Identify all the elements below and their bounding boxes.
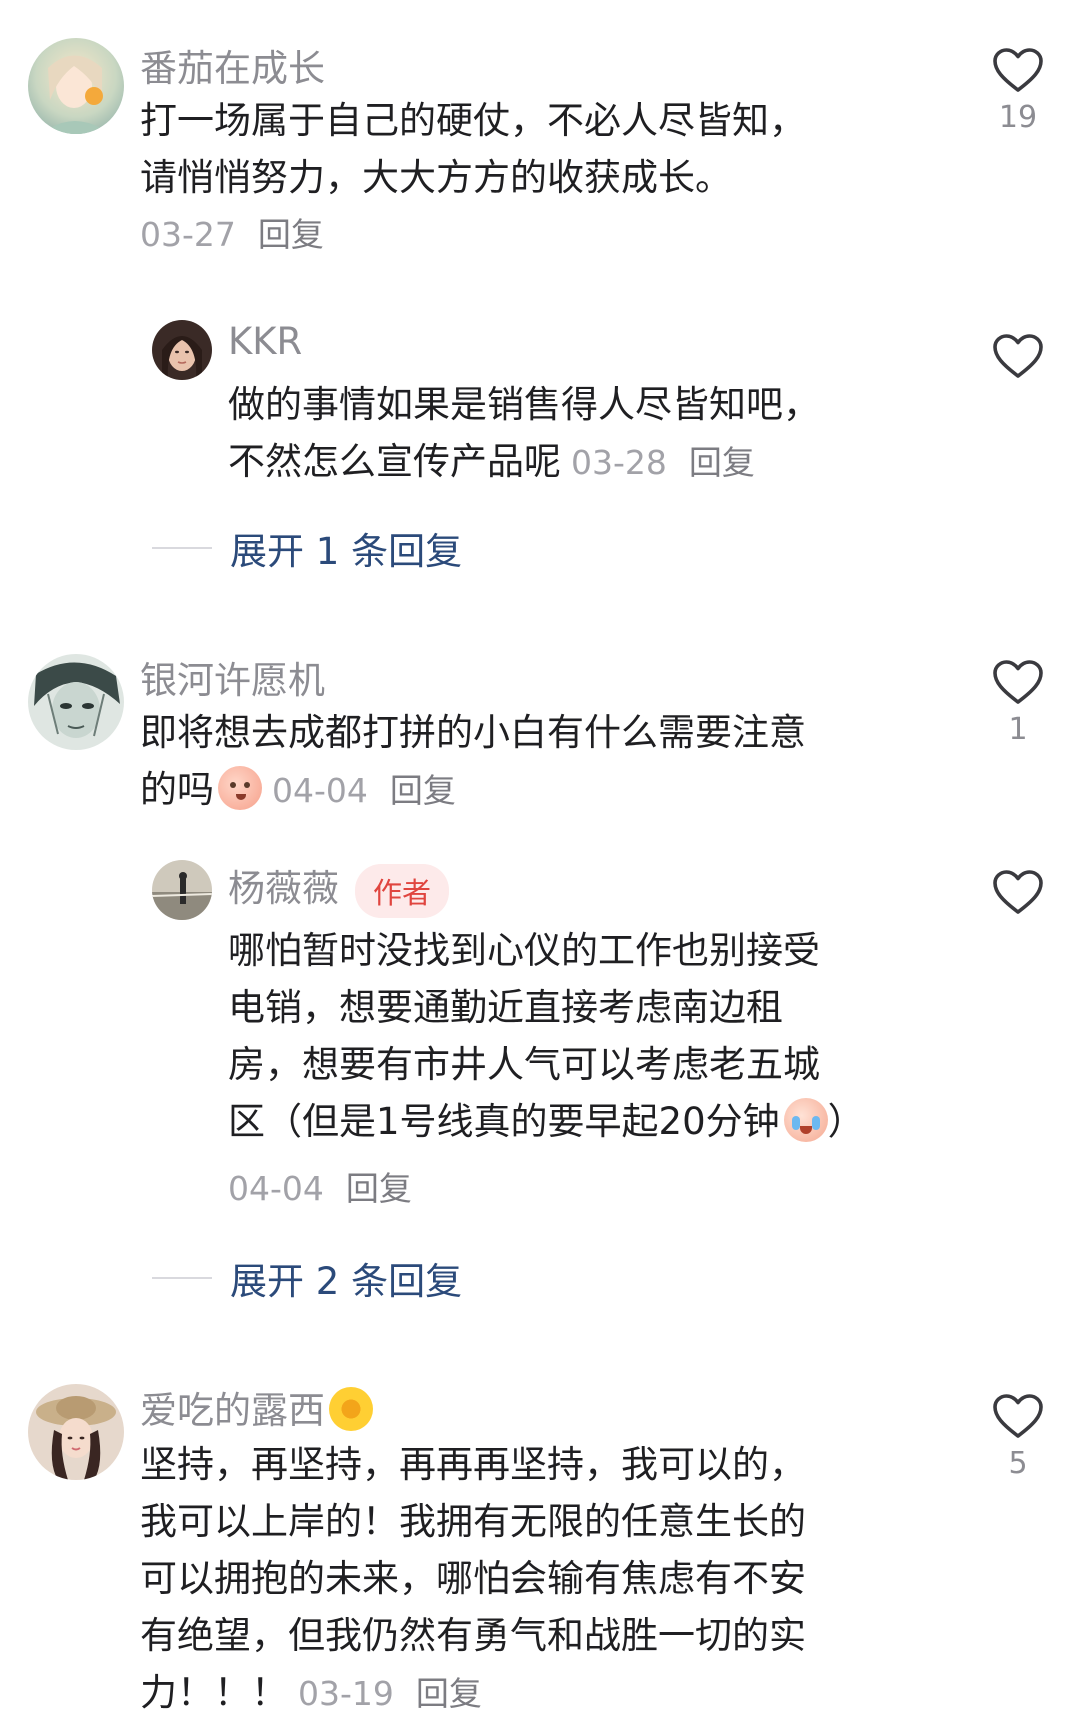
username: 爱吃的露西	[140, 1380, 373, 1434]
reply-button[interactable]: 回复	[689, 443, 755, 482]
comment-text-line: 区（但是1号线真的要早起20分钟	[228, 1100, 780, 1143]
heart-icon	[993, 1394, 1043, 1438]
comment-text-line: 即将想去成都打拼的小白有什么需要注意	[140, 711, 806, 754]
comment-date: 03-27	[140, 215, 236, 254]
username[interactable]: 银河许愿机	[140, 650, 325, 704]
comment-text-line: 不然怎么宣传产品呢	[228, 440, 561, 483]
comment-text-line: ）	[827, 1100, 865, 1143]
divider	[152, 1277, 212, 1279]
comment-text: 即将想去成都打拼的小白有什么需要注意 的吗 04-04 回复	[140, 704, 806, 819]
seaside-scene-avatar-icon	[152, 860, 212, 920]
like-count: 1	[1008, 712, 1028, 747]
girl-hat-avatar-icon	[28, 1384, 124, 1480]
like-button[interactable]: 1	[990, 660, 1046, 747]
comment-text-line: 的吗	[140, 768, 214, 811]
avatar[interactable]	[28, 1384, 124, 1480]
comment-text-line: 我可以上岸的！我拥有无限的任意生长的	[140, 1500, 806, 1543]
comment-text-line: 可以拥抱的未来，哪怕会输有焦虑有不安	[140, 1557, 806, 1600]
comment-meta: 04-04 回复	[228, 1162, 412, 1210]
comment-text: 打一场属于自己的硬仗，不必人尽皆知， 请悄悄努力，大大方方的收获成长。	[140, 92, 806, 206]
reply-button[interactable]: 回复	[416, 1674, 482, 1713]
heart-icon	[993, 660, 1043, 704]
girl-portrait-avatar-icon	[28, 38, 124, 134]
author-badge: 作者	[355, 863, 450, 918]
avatar[interactable]	[152, 860, 212, 920]
comment-date: 03-28	[571, 443, 667, 482]
heart-icon	[993, 870, 1043, 914]
comment-date: 03-19	[298, 1674, 394, 1713]
comment-meta: 03-28 回复	[571, 443, 755, 482]
like-count: 19	[998, 100, 1038, 135]
username[interactable]: 番茄在成长	[140, 38, 325, 92]
comment-meta: 03-27 回复	[140, 208, 324, 256]
comment-text-line: 有绝望，但我仍然有勇气和战胜一切的实	[140, 1614, 806, 1657]
like-button[interactable]	[990, 334, 1046, 380]
expand-replies-label: 展开 1 条回复	[230, 530, 463, 573]
like-button[interactable]	[990, 870, 1046, 916]
like-button[interactable]: 19	[990, 48, 1046, 135]
username[interactable]: KKR	[228, 320, 302, 363]
like-count: 5	[1008, 1446, 1028, 1481]
avatar[interactable]	[28, 38, 124, 134]
comment-text: 做的事情如果是销售得人尽皆知吧， 不然怎么宣传产品呢 03-28 回复	[228, 376, 820, 491]
expand-replies-button[interactable]: 展开 1 条回复	[152, 518, 462, 578]
comment-text-line: 请悄悄努力，大大方方的收获成长。	[140, 156, 732, 199]
comment-meta: 04-04 回复	[272, 771, 456, 810]
comment-text-line: 坚持，再坚持，再再再坚持，我可以的，	[140, 1443, 806, 1486]
comment-meta: 03-19 回复	[298, 1674, 482, 1713]
reply-button[interactable]: 回复	[346, 1169, 412, 1208]
comment-text-line: 做的事情如果是销售得人尽皆知吧，	[228, 383, 820, 426]
reply-button[interactable]: 回复	[390, 771, 456, 810]
expand-replies-label: 展开 2 条回复	[230, 1260, 463, 1303]
heart-icon	[993, 334, 1043, 378]
comment-text-line: 力！！！	[140, 1671, 288, 1714]
username-link[interactable]: 杨薇薇	[228, 867, 339, 910]
comment-text: 哪怕暂时没找到心仪的工作也别接受 电销，想要通勤近直接考虑南边租 房，想要有市井…	[228, 922, 865, 1150]
woman-selfie-avatar-icon	[152, 320, 212, 380]
heart-icon	[993, 48, 1043, 92]
comment-text-line: 房，想要有市井人气可以考虑老五城	[228, 1043, 820, 1086]
comment-text-line: 哪怕暂时没找到心仪的工作也别接受	[228, 929, 820, 972]
comment-text: 坚持，再坚持，再再再坚持，我可以的， 我可以上岸的！我拥有无限的任意生长的 可以…	[140, 1436, 806, 1722]
comment-date: 04-04	[228, 1169, 324, 1208]
sunflower-emoji-icon	[329, 1387, 373, 1431]
username: 杨薇薇 作者	[228, 858, 450, 918]
expand-replies-button[interactable]: 展开 2 条回复	[152, 1248, 462, 1308]
divider	[152, 547, 212, 549]
comment-text-line: 打一场属于自己的硬仗，不必人尽皆知，	[140, 99, 806, 142]
comment-text-line: 电销，想要通勤近直接考虑南边租	[228, 986, 783, 1029]
avatar[interactable]	[28, 654, 124, 750]
avatar[interactable]	[152, 320, 212, 380]
like-button[interactable]: 5	[990, 1394, 1046, 1481]
peach-thinking-emoji-icon	[218, 766, 262, 810]
sketch-face-avatar-icon	[28, 654, 124, 750]
reply-button[interactable]: 回复	[258, 215, 324, 254]
peach-crying-emoji-icon	[783, 1098, 828, 1142]
username-link[interactable]: 爱吃的露西	[140, 1389, 325, 1432]
comment-date: 04-04	[272, 771, 368, 810]
